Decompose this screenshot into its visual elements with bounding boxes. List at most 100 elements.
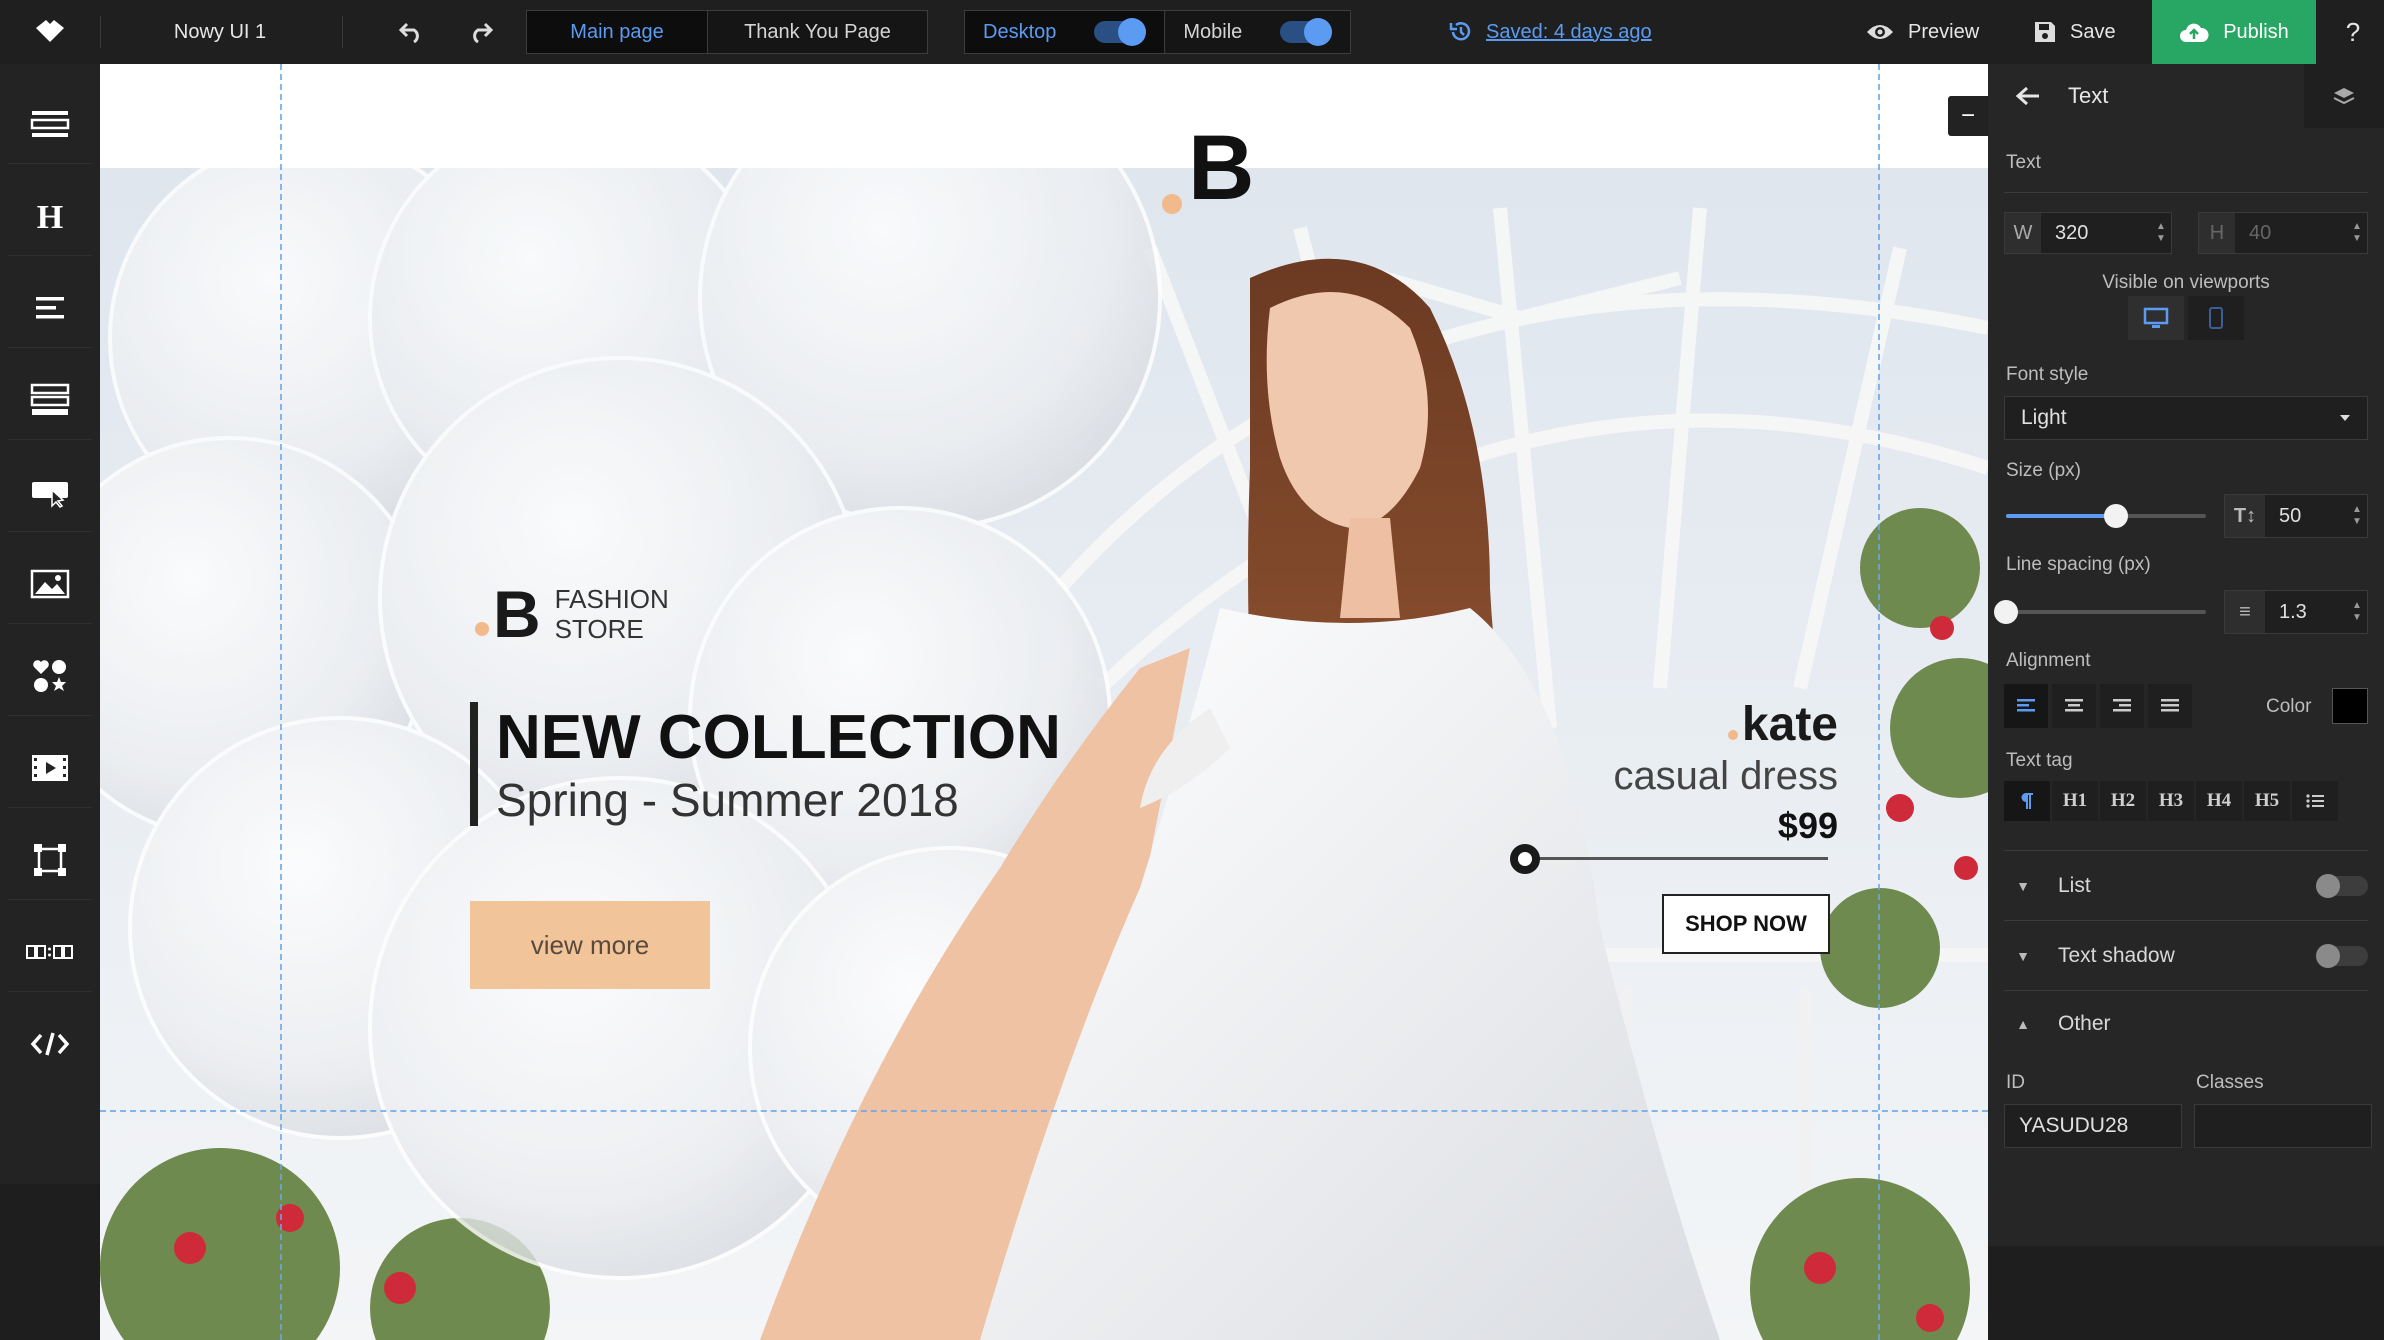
line-spacing-slider[interactable]	[1994, 600, 2206, 624]
shop-now-button[interactable]: SHOP NOW	[1662, 894, 1830, 954]
project-name[interactable]: Nowy UI 1	[100, 0, 340, 64]
size-slider[interactable]	[2006, 504, 2206, 528]
back-button[interactable]	[1988, 85, 2068, 107]
width-stepper[interactable]: ▲ ▼	[2151, 221, 2171, 245]
save-label: Save	[2070, 20, 2116, 43]
text-shadow-section[interactable]: ▼ Text shadow	[1988, 926, 2384, 986]
visible-desktop-toggle[interactable]	[2128, 296, 2184, 340]
font-style-value: Light	[2021, 406, 2067, 429]
app-logo[interactable]	[0, 0, 100, 64]
editor-root: Nowy UI 1 Main page Thank You Page Deskt…	[0, 0, 2384, 1340]
size-value[interactable]: 50	[2265, 505, 2347, 528]
align-justify-icon	[2161, 699, 2179, 712]
viewport-mobile[interactable]: Mobile	[1164, 11, 1350, 53]
text-shadow-toggle[interactable]	[2316, 944, 2368, 968]
text-color-swatch[interactable]	[2332, 688, 2368, 724]
model-name[interactable]: kate	[1613, 698, 1838, 752]
tag-h3-label: H3	[2158, 790, 2184, 811]
other-section[interactable]: ▲ Other	[1988, 994, 2384, 1054]
font-style-select[interactable]: Light	[2004, 396, 2368, 440]
brand-mark[interactable]: B FASHION STORE	[475, 581, 669, 647]
list-toggle[interactable]	[2316, 874, 2368, 898]
publish-button[interactable]: Publish	[2152, 0, 2316, 64]
size-stepper[interactable]: ▲ ▼	[2347, 504, 2367, 528]
tool-button[interactable]	[8, 452, 92, 532]
headline-title[interactable]: NEW COLLECTION	[496, 702, 1061, 774]
size-field[interactable]: T↕ 50 ▲ ▼	[2224, 494, 2368, 538]
tag-h1-button[interactable]: H1	[2052, 781, 2098, 821]
svg-text:H: H	[37, 199, 63, 233]
desktop-toggle[interactable]	[1094, 18, 1147, 46]
headline-block[interactable]: NEW COLLECTION Spring - Summer 2018	[470, 702, 1061, 826]
tool-form[interactable]	[8, 360, 92, 440]
tool-image[interactable]	[8, 544, 92, 624]
tool-heading[interactable]: H	[8, 176, 92, 256]
tag-paragraph-button[interactable]	[2004, 781, 2050, 821]
size-slider-thumb[interactable]	[2104, 504, 2128, 528]
font-style-label: Font style	[2006, 364, 2089, 385]
redo-button[interactable]	[458, 0, 504, 64]
visible-mobile-toggle[interactable]	[2188, 296, 2244, 340]
tool-section[interactable]	[8, 84, 92, 164]
chevron-down-icon: ▼	[2016, 878, 2030, 894]
site-logo[interactable]: B	[1162, 122, 1254, 214]
width-field[interactable]: W 320 ▲ ▼	[2004, 212, 2172, 254]
tag-h5-button[interactable]: H5	[2244, 781, 2290, 821]
viewport-desktop-label: Desktop	[983, 20, 1057, 43]
page-canvas[interactable]: B B FASHION STORE NEW COLLECTION Spring …	[100, 64, 1988, 1340]
mobile-toggle[interactable]	[1280, 18, 1333, 46]
tool-timer[interactable]	[8, 912, 92, 992]
tag-h4-button[interactable]: H4	[2196, 781, 2242, 821]
saved-status[interactable]: Saved: 4 days ago	[1448, 0, 1652, 64]
product-price[interactable]: $99	[1613, 800, 1838, 852]
tab-thank-you-page[interactable]: Thank You Page	[707, 11, 927, 53]
height-value[interactable]: 40	[2235, 222, 2347, 245]
line-spacing-stepper[interactable]: ▲ ▼	[2347, 600, 2367, 624]
height-field[interactable]: H 40 ▲ ▼	[2198, 212, 2368, 254]
product-name[interactable]: casual dress	[1613, 752, 1838, 800]
eye-icon	[1867, 25, 1893, 39]
tool-box[interactable]	[8, 820, 92, 900]
countdown-timer-icon	[26, 944, 73, 959]
product-info[interactable]: kate casual dress $99	[1613, 698, 1838, 852]
align-right-icon	[2113, 699, 2131, 712]
tag-list-button[interactable]	[2292, 781, 2338, 821]
line-spacing-slider-thumb[interactable]	[1994, 600, 2018, 624]
tool-video[interactable]	[8, 728, 92, 808]
align-justify-button[interactable]	[2148, 684, 2192, 728]
line-spacing-icon: ≡	[2225, 591, 2265, 633]
tag-h2-button[interactable]: H2	[2100, 781, 2146, 821]
panel-title: Text	[2068, 83, 2109, 108]
brand-name: FASHION STORE	[555, 584, 669, 644]
undo-icon	[398, 22, 419, 43]
tab-main-page[interactable]: Main page	[527, 11, 707, 53]
id-input[interactable]: YASUDU28	[2004, 1104, 2182, 1148]
view-more-button[interactable]: view more	[470, 901, 710, 989]
height-stepper[interactable]: ▲ ▼	[2347, 221, 2367, 245]
help-button[interactable]: ?	[2338, 0, 2368, 64]
classes-input[interactable]	[2194, 1104, 2372, 1148]
undo-button[interactable]	[388, 0, 434, 64]
headline-subtitle[interactable]: Spring - Summer 2018	[496, 774, 1061, 826]
align-right-button[interactable]	[2100, 684, 2144, 728]
tag-h3-button[interactable]: H3	[2148, 781, 2194, 821]
text-tag-group: H1 H2 H3 H4 H5	[2004, 781, 2338, 821]
align-center-button[interactable]	[2052, 684, 2096, 728]
tool-code[interactable]	[8, 1004, 92, 1084]
text-tag-label: Text tag	[2006, 750, 2073, 771]
viewport-desktop[interactable]: Desktop	[965, 11, 1165, 53]
list-section[interactable]: ▼ List	[1988, 856, 2384, 916]
collapse-panel-button[interactable]: −	[1948, 96, 1988, 136]
layers-button[interactable]	[2304, 64, 2384, 128]
tool-icons[interactable]	[8, 636, 92, 716]
width-value[interactable]: 320	[2041, 222, 2151, 245]
divider	[2004, 990, 2368, 991]
save-button[interactable]: Save	[2034, 0, 2116, 64]
tool-text[interactable]	[8, 268, 92, 348]
preview-button[interactable]: Preview	[1866, 0, 1979, 64]
line-spacing-field[interactable]: ≡ 1.3 ▲ ▼	[2224, 590, 2368, 634]
list-section-label: List	[2058, 874, 2091, 897]
line-spacing-value[interactable]: 1.3	[2265, 601, 2347, 624]
divider	[2004, 920, 2368, 921]
align-left-button[interactable]	[2004, 684, 2048, 728]
